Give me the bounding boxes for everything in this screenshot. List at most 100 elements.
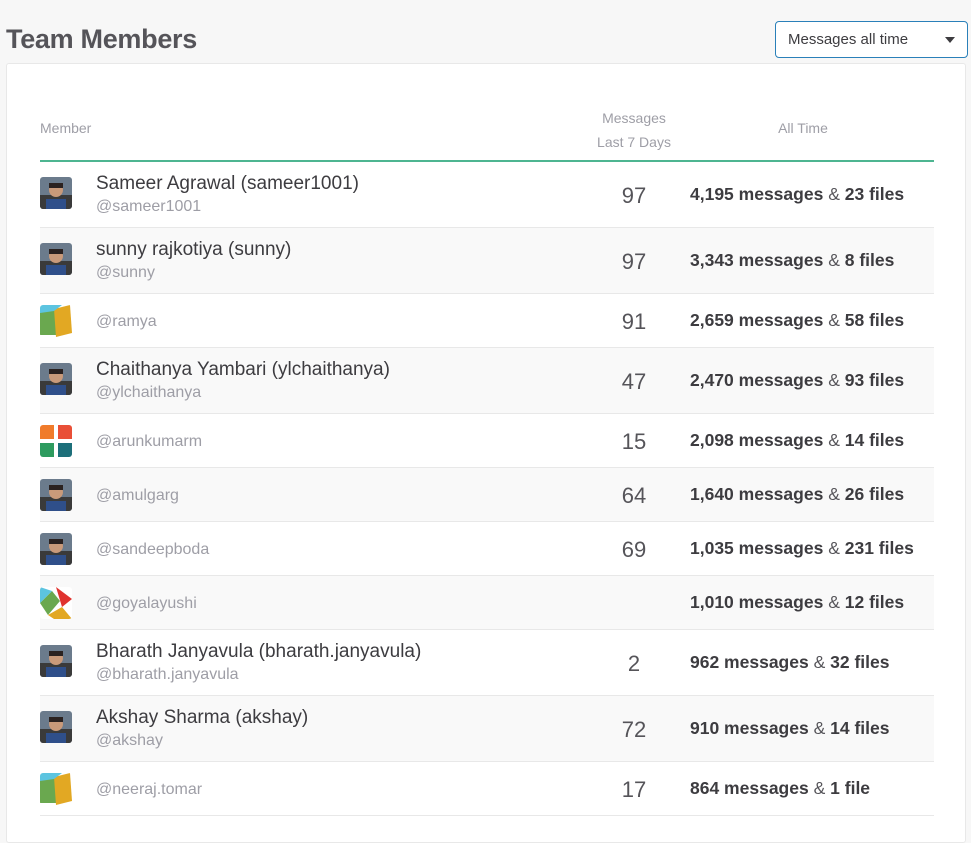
all-time-files: 32 files: [830, 652, 890, 672]
messages-last-7-days: 47: [621, 369, 647, 394]
member-full-name[interactable]: Bharath Janyavula (bharath.janyavula): [96, 641, 421, 663]
table-row[interactable]: @neeraj.tomar 17 864 messages & 1 file: [40, 762, 934, 816]
member-handle[interactable]: @sandeepboda: [96, 540, 209, 560]
all-time-messages: 3,343 messages: [690, 250, 824, 270]
table-row[interactable]: @sandeepboda 69 1,035 messages & 231 files: [40, 522, 934, 576]
ampersand-separator: &: [828, 592, 840, 612]
member-name-block: @neeraj.tomar: [96, 780, 202, 800]
column-header-week-line2: Last 7 Days: [597, 134, 671, 150]
all-time-messages: 2,470 messages: [690, 370, 824, 390]
table-row[interactable]: @goyalayushi 1,010 messages & 12 files: [40, 576, 934, 630]
all-time-stats: 864 messages & 1 file: [690, 778, 870, 799]
all-time-files: 8 files: [844, 250, 895, 270]
all-time-files: 26 files: [844, 484, 905, 504]
messages-last-7-days: 97: [621, 249, 647, 274]
member-handle[interactable]: @bharath.janyavula: [96, 665, 421, 685]
all-time-files: 93 files: [844, 370, 905, 390]
member-handle[interactable]: @sunny: [96, 263, 291, 283]
member-full-name[interactable]: sunny rajkotiya (sunny): [96, 239, 291, 261]
avatar[interactable]: [40, 363, 72, 395]
table-row[interactable]: @amulgarg 64 1,640 messages & 26 files: [40, 468, 934, 522]
all-time-stats: 1,035 messages & 231 files: [690, 538, 914, 559]
member-name-block: sunny rajkotiya (sunny) @sunny: [96, 239, 291, 283]
ampersand-separator: &: [828, 310, 840, 330]
member-handle[interactable]: @neeraj.tomar: [96, 780, 202, 800]
messages-last-7-days: 72: [621, 717, 647, 742]
all-time-messages: 1,010 messages: [690, 592, 824, 612]
all-time-messages: 2,659 messages: [690, 310, 824, 330]
all-time-messages: 962 messages: [690, 652, 809, 672]
filter-select-value: Messages all time: [788, 31, 909, 48]
member-name-block: @goyalayushi: [96, 594, 197, 614]
table-row[interactable]: @ramya 91 2,659 messages & 58 files: [40, 294, 934, 348]
member-handle[interactable]: @akshay: [96, 731, 308, 751]
avatar[interactable]: [40, 711, 72, 743]
table-row[interactable]: Chaithanya Yambari (ylchaithanya) @ylchai…: [40, 348, 934, 414]
avatar[interactable]: [40, 479, 72, 511]
messages-last-7-days: 2: [627, 651, 641, 676]
column-header-all-time[interactable]: All Time: [740, 120, 866, 136]
all-time-files: 231 files: [844, 538, 914, 558]
messages-filter-select[interactable]: Messages all time: [775, 21, 968, 58]
table-row[interactable]: @arunkumarm 15 2,098 messages & 14 files: [40, 414, 934, 468]
table-row[interactable]: sunny rajkotiya (sunny) @sunny 97 3,343 mes…: [40, 228, 934, 294]
ampersand-separator: &: [813, 652, 826, 672]
avatar[interactable]: [40, 177, 72, 209]
member-name-block: @sandeepboda: [96, 540, 209, 560]
member-full-name[interactable]: Sameer Agrawal (sameer1001): [96, 173, 359, 195]
all-time-stats: 2,098 messages & 14 files: [690, 430, 904, 451]
all-time-messages: 1,035 messages: [690, 538, 824, 558]
ampersand-separator: &: [813, 778, 826, 798]
member-full-name[interactable]: Chaithanya Yambari (ylchaithanya): [96, 359, 390, 381]
all-time-messages: 4,195 messages: [690, 184, 824, 204]
all-time-files: 14 files: [830, 718, 890, 738]
avatar[interactable]: [40, 587, 72, 619]
messages-last-7-days: 69: [621, 537, 647, 562]
ampersand-separator: &: [828, 184, 840, 204]
member-handle[interactable]: @goyalayushi: [96, 594, 197, 614]
avatar[interactable]: [40, 773, 72, 805]
member-name-block: Akshay Sharma (akshay) @akshay: [96, 707, 308, 751]
avatar[interactable]: [40, 645, 72, 677]
avatar[interactable]: [40, 305, 72, 337]
member-handle[interactable]: @ylchaithanya: [96, 383, 390, 403]
member-name-block: Sameer Agrawal (sameer1001) @sameer1001: [96, 173, 359, 217]
all-time-files: 1 file: [830, 778, 871, 798]
member-handle[interactable]: @arunkumarm: [96, 432, 202, 452]
member-name-block: @arunkumarm: [96, 432, 202, 452]
avatar[interactable]: [40, 243, 72, 275]
all-time-stats: 3,343 messages & 8 files: [690, 250, 894, 271]
messages-last-7-days: 91: [621, 309, 647, 334]
all-time-stats: 2,659 messages & 58 files: [690, 310, 904, 331]
table-row[interactable]: Sameer Agrawal (sameer1001) @sameer1001 97…: [40, 162, 934, 228]
ampersand-separator: &: [813, 718, 826, 738]
column-header-member[interactable]: Member: [40, 120, 91, 136]
all-time-files: 14 files: [844, 430, 905, 450]
column-header-last-7-days[interactable]: Messages Last 7 Days: [589, 106, 679, 154]
ampersand-separator: &: [828, 430, 840, 450]
page-title: Team Members: [6, 24, 197, 54]
ampersand-separator: &: [828, 484, 840, 504]
member-handle[interactable]: @ramya: [96, 312, 157, 332]
messages-last-7-days: 15: [621, 429, 647, 454]
table-row[interactable]: Akshay Sharma (akshay) @akshay 72 910 messa…: [40, 696, 934, 762]
all-time-messages: 864 messages: [690, 778, 809, 798]
messages-last-7-days: 17: [621, 777, 647, 802]
all-time-stats: 962 messages & 32 files: [690, 652, 890, 673]
all-time-stats: 910 messages & 14 files: [690, 718, 890, 739]
all-time-files: 12 files: [844, 592, 905, 612]
avatar[interactable]: [40, 533, 72, 565]
member-handle[interactable]: @sameer1001: [96, 197, 359, 217]
table-header: Member Messages Last 7 Days All Time: [40, 104, 934, 162]
all-time-stats: 1,640 messages & 26 files: [690, 484, 904, 505]
member-name-block: Chaithanya Yambari (ylchaithanya) @ylchai…: [96, 359, 390, 403]
table-row[interactable]: Bharath Janyavula (bharath.janyavula) @bh…: [40, 630, 934, 696]
member-name-block: @amulgarg: [96, 486, 179, 506]
avatar[interactable]: [40, 425, 72, 457]
member-full-name[interactable]: Akshay Sharma (akshay): [96, 707, 308, 729]
all-time-messages: 1,640 messages: [690, 484, 824, 504]
all-time-stats: 1,010 messages & 12 files: [690, 592, 904, 613]
member-handle[interactable]: @amulgarg: [96, 486, 179, 506]
all-time-files: 23 files: [844, 184, 905, 204]
all-time-messages: 2,098 messages: [690, 430, 824, 450]
